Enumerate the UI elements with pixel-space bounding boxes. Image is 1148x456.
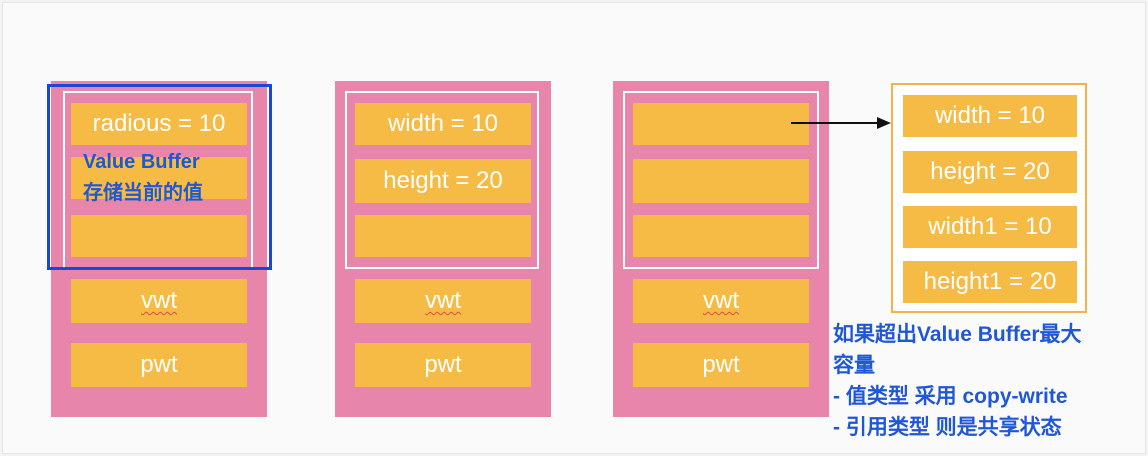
heap-cell-label: height = 20: [930, 158, 1050, 185]
pwt-label: pwt: [702, 351, 740, 378]
buffer-cell: [355, 215, 531, 257]
buffer-cell: [633, 103, 809, 145]
buffer-cell: height = 20: [355, 159, 531, 203]
vwt-label: vwt: [141, 287, 177, 314]
pointer-arrow-icon: [791, 117, 891, 129]
pwt-cell: pwt: [71, 343, 247, 387]
heap-cell: height1 = 20: [903, 261, 1077, 303]
pwt-cell: pwt: [355, 343, 531, 387]
value-buffer-annotation: Value Buffer 存储当前的值: [83, 147, 203, 209]
vwt-cell: vwt: [633, 279, 809, 323]
existential-container-2: width = 10 height = 20 vwt pwt: [335, 81, 551, 417]
vwt-label: vwt: [425, 287, 461, 314]
note-line: - 引用类型 则是共享状态: [833, 416, 1062, 439]
heap-cell-label: width1 = 10: [928, 213, 1052, 240]
heap-cell-label: width = 10: [934, 102, 1046, 129]
note-line: 如果超出Value Buffer最大: [833, 323, 1082, 346]
heap-cell: height = 20: [903, 151, 1077, 193]
overflow-note: 如果超出Value Buffer最大 容量 - 值类型 采用 copy-writ…: [833, 319, 1082, 443]
vwt-cell: vwt: [355, 279, 531, 323]
note-line: 容量: [833, 354, 875, 377]
heap-cell: width1 = 10: [903, 206, 1077, 248]
pwt-label: pwt: [140, 351, 178, 378]
buffer-cell: [633, 159, 809, 203]
buffer-cell: [633, 215, 809, 257]
pwt-label: pwt: [424, 351, 462, 378]
annotation-line: 存储当前的值: [83, 182, 203, 204]
buffer-cell: width = 10: [355, 103, 531, 145]
buffer-cell-label: height = 20: [383, 167, 503, 194]
annotation-line: Value Buffer: [83, 151, 200, 173]
heap-cell: width = 10: [903, 95, 1077, 137]
vwt-cell: vwt: [71, 279, 247, 323]
pwt-cell: pwt: [633, 343, 809, 387]
heap-cell-label: height1 = 20: [923, 268, 1057, 295]
heap-storage-box: width = 10 height = 20 width1 = 10 heigh…: [891, 83, 1087, 313]
vwt-label: vwt: [703, 287, 739, 314]
buffer-cell-label: width = 10: [387, 110, 499, 137]
diagram-canvas: radious = 10 vwt pwt Value Buffer 存储当前的值…: [2, 2, 1146, 454]
note-line: - 值类型 采用 copy-write: [833, 385, 1068, 408]
